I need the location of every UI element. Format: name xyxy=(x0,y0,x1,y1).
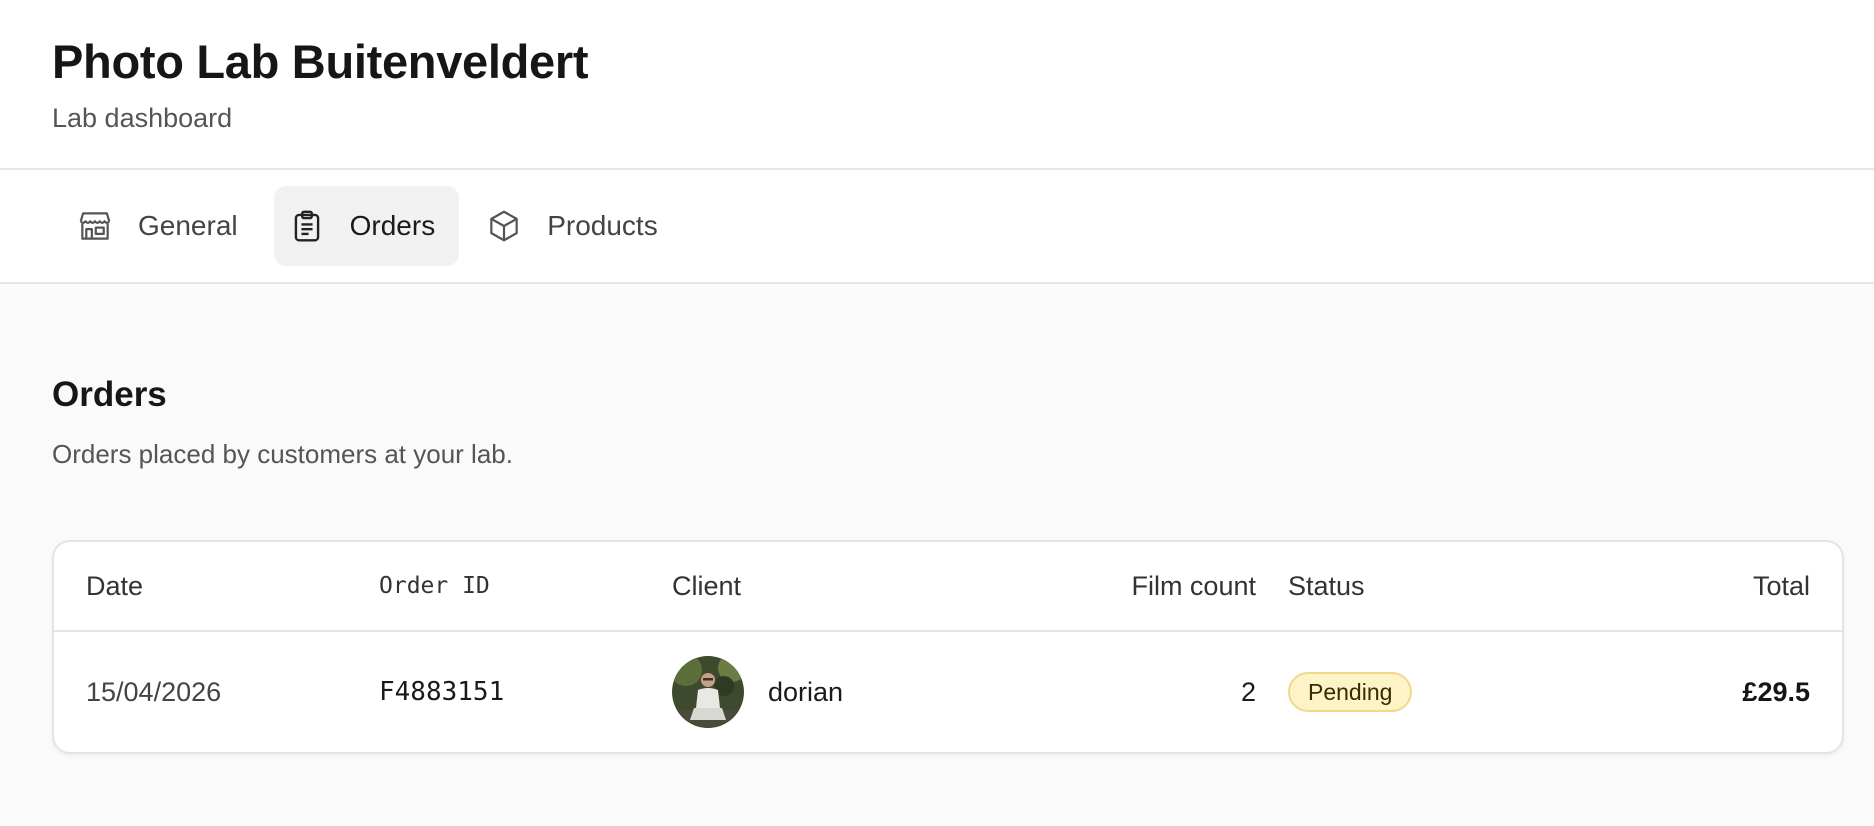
tab-orders[interactable]: Orders xyxy=(273,186,460,266)
page-subtitle: Lab dashboard xyxy=(52,103,233,133)
order-client: dorian xyxy=(672,656,1072,728)
box-icon xyxy=(485,207,523,245)
orders-section: Orders Orders placed by customers at you… xyxy=(0,284,1874,754)
column-header-status[interactable]: Status xyxy=(1288,571,1588,602)
section-title: Orders xyxy=(52,375,167,414)
avatar xyxy=(672,656,744,728)
orders-table: Date Order ID Client Film count Status T… xyxy=(52,540,1844,754)
table-row[interactable]: 15/04/2026 F4883151 dorian 2 Pending £29… xyxy=(54,632,1842,752)
order-total: £29.5 xyxy=(1742,676,1810,707)
order-id: F4883151 xyxy=(379,677,505,707)
tab-products[interactable]: Products xyxy=(471,186,682,266)
tab-bar: General Orders Products xyxy=(0,170,1874,284)
section-description: Orders placed by customers at your lab. xyxy=(52,439,513,469)
column-header-total[interactable]: Total xyxy=(1588,571,1810,602)
status-badge: Pending xyxy=(1288,672,1413,712)
page-title: Photo Lab Buitenveldert xyxy=(52,35,589,88)
order-date: 15/04/2026 xyxy=(86,676,222,707)
tab-general[interactable]: General xyxy=(62,186,262,266)
column-header-order-id[interactable]: Order ID xyxy=(379,573,672,599)
clipboard-icon xyxy=(288,207,326,245)
client-name: dorian xyxy=(768,676,844,707)
column-header-film-count[interactable]: Film count xyxy=(1072,571,1256,602)
tab-orders-label: Orders xyxy=(349,210,436,241)
tab-general-label: General xyxy=(138,210,238,241)
column-header-date[interactable]: Date xyxy=(86,571,379,602)
page-header: Photo Lab Buitenveldert Lab dashboard xyxy=(0,0,1874,170)
table-header-row: Date Order ID Client Film count Status T… xyxy=(54,542,1842,632)
tab-products-label: Products xyxy=(547,210,658,241)
column-header-client[interactable]: Client xyxy=(672,571,1072,602)
storefront-icon xyxy=(76,207,114,245)
film-count: 2 xyxy=(1240,676,1256,707)
